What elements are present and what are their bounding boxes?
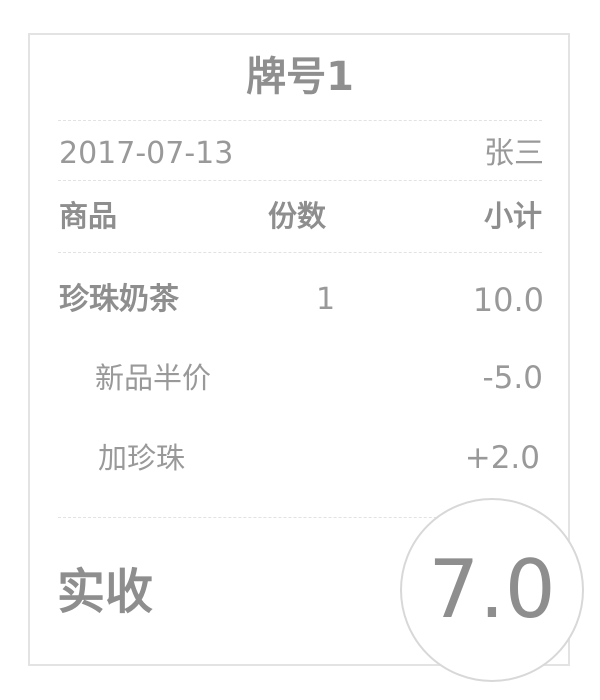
total-label: 实收 — [57, 564, 154, 620]
receipt-title: 牌号1 — [246, 54, 354, 100]
total-value: 7.0 — [428, 543, 556, 636]
line-item-qty: 1 — [316, 282, 336, 317]
receipt-date: 2017-07-13 — [59, 136, 234, 171]
divider — [58, 120, 542, 121]
column-header-item: 商品 — [59, 199, 118, 233]
modifier-amount: -5.0 — [482, 360, 544, 396]
modifier-amount: +2.0 — [464, 440, 540, 476]
modifier-name: 新品半价 — [95, 361, 212, 395]
line-item-price: 10.0 — [472, 281, 544, 319]
divider — [58, 252, 542, 253]
cashier-name: 张三 — [484, 136, 544, 171]
modifier-name: 加珍珠 — [98, 441, 186, 475]
column-header-subtotal: 小计 — [483, 199, 542, 233]
line-item-name: 珍珠奶茶 — [59, 282, 179, 317]
divider — [58, 180, 542, 181]
column-header-qty: 份数 — [268, 199, 327, 233]
